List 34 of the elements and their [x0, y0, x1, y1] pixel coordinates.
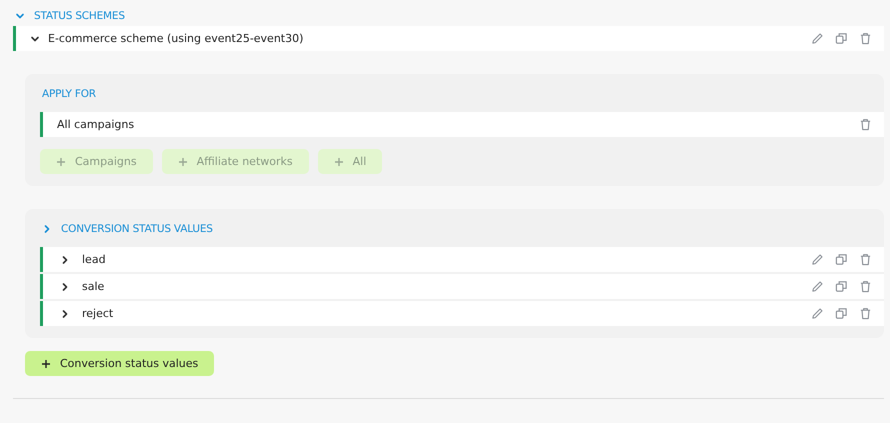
copy-icon[interactable] [835, 307, 848, 320]
copy-icon[interactable] [835, 253, 848, 266]
plus-icon [334, 156, 344, 166]
trash-icon[interactable] [859, 253, 872, 266]
plus-icon [178, 156, 188, 166]
row-label: lead [81, 253, 107, 266]
edit-icon[interactable] [811, 32, 824, 45]
row-label: All campaigns [57, 118, 136, 131]
row-label: reject [81, 307, 114, 320]
chevron-right-icon[interactable] [60, 308, 70, 318]
trash-icon[interactable] [859, 118, 872, 131]
plus-icon [41, 358, 51, 368]
trash-icon[interactable] [859, 280, 872, 293]
scheme-name: E-commerce scheme (using event25-event30) [48, 32, 304, 45]
row-label: sale [81, 280, 106, 293]
copy-icon[interactable] [835, 32, 848, 45]
panel-title: APPLY FOR [42, 88, 96, 100]
plus-icon [56, 156, 66, 166]
chevron-down-icon[interactable] [30, 34, 40, 44]
section-title: STATUS SCHEMES [34, 10, 125, 22]
scheme-row[interactable]: E-commerce scheme (using event25-event30) [13, 26, 884, 51]
panel-title: CONVERSION STATUS VALUES [61, 223, 213, 235]
add-button[interactable]: Conversion status values [25, 351, 214, 376]
copy-icon[interactable] [835, 280, 848, 293]
edit-icon[interactable] [811, 280, 824, 293]
status-value-row[interactable]: sale [40, 274, 884, 299]
edit-icon[interactable] [811, 307, 824, 320]
edit-icon[interactable] [811, 253, 824, 266]
chevron-right-icon[interactable] [60, 254, 70, 264]
trash-icon[interactable] [859, 32, 872, 45]
status-value-row[interactable]: lead [40, 247, 884, 272]
trash-icon[interactable] [859, 307, 872, 320]
status-value-row[interactable]: reject [40, 301, 884, 326]
chevron-right-icon[interactable] [60, 282, 70, 292]
